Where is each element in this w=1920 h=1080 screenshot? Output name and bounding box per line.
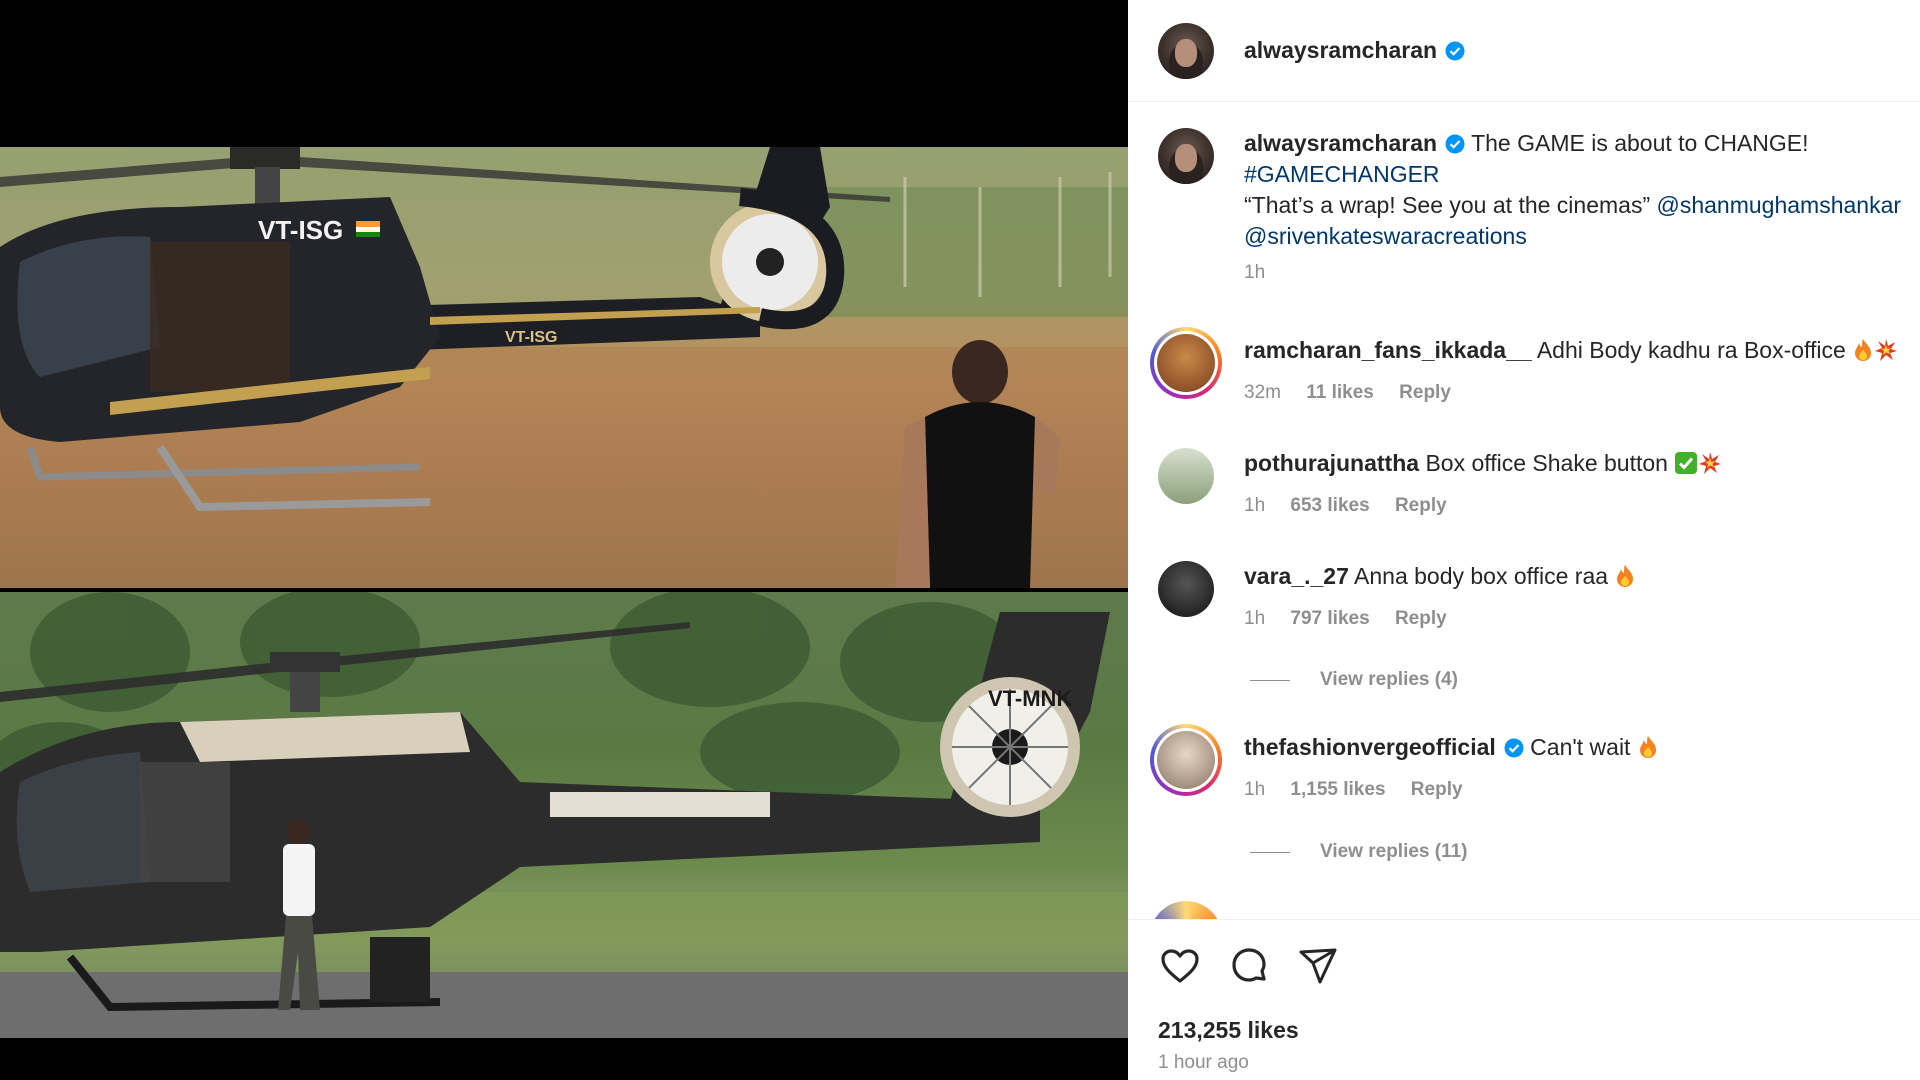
author-username[interactable]: alwaysramcharan <box>1244 37 1465 64</box>
comment-likes[interactable]: 797 likes <box>1290 608 1369 629</box>
verified-badge-icon <box>1445 134 1465 154</box>
story-ring[interactable] <box>1150 327 1222 399</box>
comment-row: ramcharan_fans_ikkada__ Adhi Body kadhu … <box>1150 327 1920 404</box>
comments-list[interactable]: alwaysramcharan The GAME is about to CHA… <box>1128 103 1920 919</box>
commenter-avatar[interactable] <box>1157 731 1215 789</box>
verified-badge-icon <box>1504 738 1524 758</box>
collision-icon <box>1874 338 1898 370</box>
story-ring[interactable] <box>1150 901 1222 919</box>
comment-timestamp: 1h <box>1244 608 1266 629</box>
comment-likes[interactable]: 653 likes <box>1290 495 1369 516</box>
caption: alwaysramcharan The GAME is about to CHA… <box>1158 128 1920 284</box>
commenter-avatar[interactable] <box>1158 561 1214 617</box>
helicopter-vt-isg-illustration: VT-ISG VT-ISG <box>0 147 1128 588</box>
comment-text: Anna body box office raa <box>1354 563 1609 589</box>
heart-icon <box>1161 949 1199 983</box>
comment-text: Can't wait <box>1530 734 1631 760</box>
story-ring[interactable] <box>1150 724 1222 796</box>
caption-author-avatar[interactable] <box>1158 128 1214 184</box>
reply-button[interactable]: Reply <box>1399 382 1451 403</box>
caption-quote: “That’s a wrap! See you at the cinemas” <box>1244 192 1651 218</box>
commenter-avatar[interactable] <box>1157 334 1215 392</box>
action-bar <box>1158 944 1365 988</box>
hashtag-link[interactable]: #GAMECHANGER <box>1244 161 1440 187</box>
comment-timestamp: 32m <box>1244 382 1281 403</box>
view-replies-label: View replies (11) <box>1320 841 1468 862</box>
post-detail-panel: alwaysramcharan alwaysramcharan The GAME… <box>1128 0 1920 1080</box>
helicopter-vt-mnk-illustration: VT-MNK <box>0 592 1128 1038</box>
reply-button[interactable]: Reply <box>1411 779 1463 800</box>
tail-number-top: VT-ISG <box>258 215 343 245</box>
commenter-username[interactable]: ramcharan_fans_ikkada__ <box>1244 337 1532 363</box>
commenter-avatar[interactable] <box>1158 448 1214 504</box>
check-mark-icon <box>1674 451 1698 483</box>
caption-author-username[interactable]: alwaysramcharan <box>1244 130 1437 156</box>
commenter-username[interactable]: vara_._27 <box>1244 563 1349 589</box>
comment-row: thefashionvergeofficial Can't wait 1h 1,… <box>1150 724 1920 801</box>
tail-number-bottom: VT-MNK <box>988 686 1072 711</box>
share-button[interactable] <box>1296 944 1340 988</box>
comment-likes[interactable]: 1,155 likes <box>1290 779 1385 800</box>
post-header: alwaysramcharan <box>1128 0 1920 102</box>
comment-row: vara_._27 Anna body box office raa 1h 79… <box>1158 561 1920 630</box>
replies-divider <box>1250 851 1290 853</box>
comment-text: Adhi Body kadhu ra Box-office <box>1536 337 1846 363</box>
boom-number-top: VT-ISG <box>505 329 557 346</box>
commenter-username[interactable]: pothurajunattha <box>1244 450 1419 476</box>
verified-badge-icon <box>1445 41 1465 61</box>
comment-button[interactable] <box>1227 944 1271 988</box>
mention-link[interactable]: @srivenkateswaracreations <box>1244 223 1527 249</box>
caption-timestamp: 1h <box>1244 262 1266 283</box>
view-replies-button[interactable]: View replies (4) <box>1250 669 1458 691</box>
post-actions-footer: 213,255 likes 1 hour ago <box>1128 919 1920 1080</box>
photo-helicopter-vt-mnk: VT-MNK <box>0 592 1128 1038</box>
post-media: VT-ISG VT-ISG VT-MNK <box>0 0 1128 1080</box>
post-timestamp: 1 hour ago <box>1158 1052 1249 1073</box>
comment-timestamp: 1h <box>1244 495 1266 516</box>
comment-timestamp: 1h <box>1244 779 1266 800</box>
comment-likes[interactable]: 11 likes <box>1306 382 1374 403</box>
comment-icon <box>1232 948 1266 982</box>
caption-text: The GAME is about to CHANGE! <box>1471 130 1809 156</box>
photo-helicopter-vt-isg: VT-ISG VT-ISG <box>0 147 1128 588</box>
view-replies-label: View replies (4) <box>1320 669 1458 690</box>
commenter-username[interactable]: thefashionvergeofficial <box>1244 734 1496 760</box>
like-button[interactable] <box>1158 944 1202 988</box>
replies-divider <box>1250 679 1290 681</box>
collision-icon <box>1698 451 1722 483</box>
send-icon <box>1299 948 1337 984</box>
author-avatar[interactable] <box>1158 22 1214 79</box>
fire-icon <box>1614 564 1636 596</box>
reply-button[interactable]: Reply <box>1395 608 1447 629</box>
fire-icon <box>1852 338 1874 370</box>
view-replies-button[interactable]: View replies (11) <box>1250 841 1468 863</box>
reply-button[interactable]: Reply <box>1395 495 1447 516</box>
comment-row: pothurajunattha Box office Shake button … <box>1158 448 1920 517</box>
likes-count[interactable]: 213,255 likes <box>1158 1017 1299 1044</box>
mention-link[interactable]: @shanmughamshankar <box>1657 192 1902 218</box>
fire-icon <box>1637 735 1659 767</box>
comment-text: Box office Shake button <box>1425 450 1668 476</box>
